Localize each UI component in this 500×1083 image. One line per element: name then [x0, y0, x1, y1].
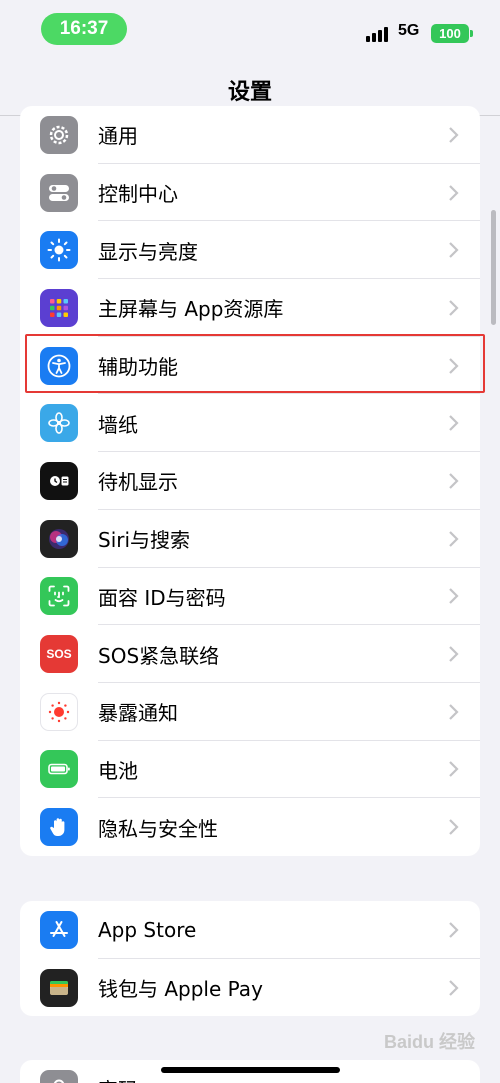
settings-row-label: 控制中心: [98, 182, 178, 207]
status-time[interactable]: 16:37: [41, 13, 127, 45]
settings-row-label: 墙纸: [98, 412, 138, 437]
chevron-right-icon: [449, 922, 459, 938]
chevron-right-icon: [449, 300, 459, 316]
sos-icon-text: SOS: [46, 647, 72, 662]
chevron-right-icon: [449, 646, 459, 662]
settings-row-privacy[interactable]: 隐私与安全性: [20, 798, 480, 856]
chevron-right-icon: [449, 530, 459, 547]
settings-row-wallpaper[interactable]: 墙纸: [20, 394, 480, 453]
battery-indicator: 100: [431, 24, 469, 43]
page-title: 设置: [227, 80, 272, 105]
settings-row-label: 待机显示: [98, 470, 178, 495]
settings-row-label: 主屏幕与 App资源库: [98, 297, 284, 322]
home-indicator[interactable]: [161, 1067, 340, 1073]
settings-row-app-store[interactable]: App Store: [20, 901, 480, 959]
flower-icon: [40, 404, 78, 443]
toggles-icon: [40, 173, 78, 212]
sun-icon: [40, 231, 78, 270]
accessibility-icon: [40, 346, 78, 385]
gear-icon: [40, 115, 78, 154]
settings-row-emergency-sos[interactable]: SOS SOS紧急联络: [20, 625, 480, 683]
sos-icon: SOS: [40, 635, 78, 674]
chevron-right-icon: [449, 819, 459, 835]
chevron-right-icon: [449, 127, 459, 143]
settings-row-label: 隐私与安全性: [98, 816, 218, 841]
chevron-right-icon: [449, 242, 459, 258]
app-grid-icon: [40, 288, 78, 327]
settings-row-label: 面容 ID与密码: [98, 585, 226, 610]
settings-row-general[interactable]: 通用: [20, 106, 480, 164]
settings-row-wallet[interactable]: 钱包与 Apple Pay: [20, 959, 480, 1017]
chevron-right-icon: [449, 473, 459, 489]
cellular-signal-icon: [366, 27, 388, 42]
chevron-right-icon: [449, 703, 459, 720]
settings-row-label: SOS紧急联络: [98, 643, 220, 668]
standby-icon: [40, 461, 78, 500]
chevron-right-icon: [449, 588, 459, 605]
settings-row-label: 钱包与 Apple Pay: [98, 977, 263, 1002]
settings-row-home-screen[interactable]: 主屏幕与 App资源库: [20, 279, 480, 337]
settings-row-exposure[interactable]: 暴露通知: [20, 683, 480, 741]
settings-row-label: 通用: [98, 124, 138, 149]
settings-row-label: 显示与亮度: [98, 239, 198, 264]
settings-row-face-id[interactable]: 面容 ID与密码: [20, 568, 480, 626]
hand-icon: [40, 808, 78, 847]
watermark: Baidu 经验: [384, 1032, 476, 1052]
settings-group-store: App Store 钱包与 Apple Pay: [20, 901, 480, 1017]
settings-row-label: 暴露通知: [98, 701, 178, 726]
app-store-icon: [40, 910, 78, 949]
chevron-right-icon: [449, 761, 459, 778]
settings-row-control-center[interactable]: 控制中心: [20, 164, 480, 222]
scrollbar[interactable]: [491, 210, 496, 325]
battery-tip: [470, 30, 473, 37]
settings-row-label: 密码: [98, 1074, 138, 1083]
settings-row-accessibility[interactable]: 辅助功能: [20, 337, 480, 395]
key-icon: [40, 1069, 78, 1083]
network-type: 5G: [398, 22, 420, 39]
chevron-right-icon: [449, 415, 459, 432]
status-bar: 16:37 5G 100: [0, 0, 500, 60]
settings-group-main: 通用 控制中心 显示与亮度 主屏幕与 App资源库 辅助功能 墙纸 待机显示 S…: [20, 106, 480, 856]
settings-row-label: 电池: [98, 758, 138, 783]
settings-row-standby[interactable]: 待机显示: [20, 452, 480, 510]
settings-row-battery[interactable]: 电池: [20, 741, 480, 799]
chevron-right-icon: [449, 184, 459, 201]
settings-row-label: 辅助功能: [98, 355, 178, 380]
settings-row-label: App Store: [98, 917, 197, 942]
chevron-right-icon: [449, 979, 459, 996]
settings-row-siri[interactable]: Siri与搜索: [20, 510, 480, 568]
wallet-icon: [40, 968, 78, 1007]
exposure-icon: [40, 692, 78, 731]
face-id-icon: [40, 577, 78, 616]
settings-row-display[interactable]: 显示与亮度: [20, 221, 480, 280]
siri-icon: [40, 519, 78, 558]
chevron-right-icon: [449, 357, 459, 374]
battery-icon: [40, 750, 78, 789]
settings-row-label: Siri与搜索: [98, 528, 191, 553]
